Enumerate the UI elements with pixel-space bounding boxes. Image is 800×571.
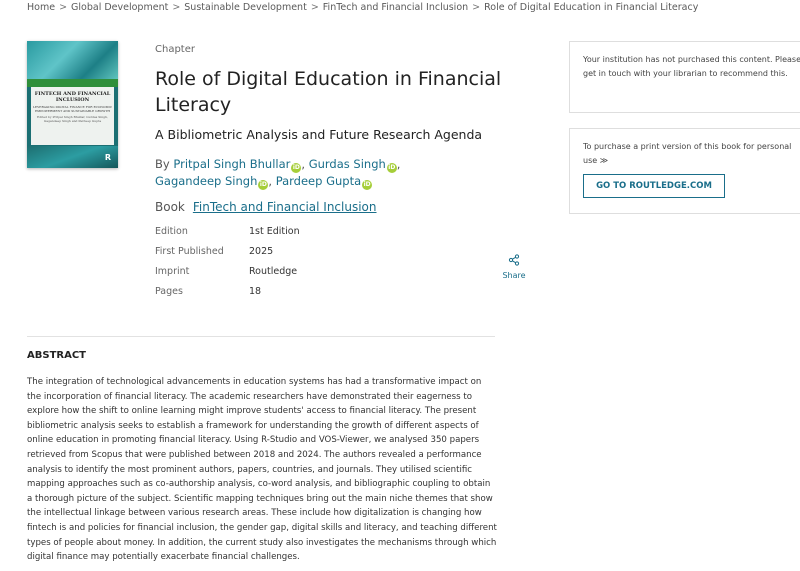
author-link[interactable]: Gurdas Singh (309, 157, 386, 171)
detail-key: Pages (155, 286, 183, 297)
abstract-text: The integration of technological advance… (27, 377, 497, 563)
breadcrumb-separator: > (59, 2, 68, 13)
access-notice-text: Your institution has not purchased this … (583, 55, 800, 78)
double-chevron-right-icon: ≫ (599, 156, 609, 165)
breadcrumb: Home > Global Development > Sustainable Deve… (27, 2, 698, 13)
detail-key: Imprint (155, 266, 190, 277)
author-link[interactable]: Pardeep Gupta (276, 174, 361, 188)
breadcrumb-separator: > (472, 2, 481, 13)
detail-value: 2025 (249, 246, 274, 257)
breadcrumb-global-development[interactable]: Global Development (71, 2, 168, 13)
go-to-routledge-button[interactable]: GO TO ROUTLEDGE.COM (583, 174, 725, 198)
orcid-icon[interactable]: iD (386, 163, 397, 173)
access-notice-box: Your institution has not purchased this … (569, 41, 800, 113)
purchase-text: To purchase a print version of this book… (583, 142, 792, 165)
cover-title: FINTECH AND FINANCIAL INCLUSION (34, 91, 111, 103)
breadcrumb-separator: > (172, 2, 181, 13)
breadcrumb-home[interactable]: Home (27, 2, 55, 13)
detail-value: 1st Edition (249, 226, 300, 237)
cover-editors: Edited by Pritpal Singh Bhullar, Gurdas … (37, 115, 108, 123)
detail-value: Routledge (249, 266, 298, 277)
cover-title-panel: FINTECH AND FINANCIAL INCLUSION LEVERAGIN… (31, 87, 114, 145)
section-divider (27, 336, 495, 337)
content-type-label: Chapter (155, 44, 195, 55)
share-label: Share (502, 271, 526, 280)
detail-row-pages: Pages 18 (155, 286, 300, 306)
orcid-icon[interactable]: iD (362, 180, 373, 190)
detail-key: First Published (155, 246, 224, 257)
publisher-logo-icon: R (104, 153, 111, 162)
breadcrumb-current: Role of Digital Education in Financial L… (484, 2, 699, 13)
detail-key: Edition (155, 226, 188, 237)
abstract-heading: ABSTRACT (27, 350, 86, 361)
cover-subtitle: LEVERAGING DIGITAL FINANCE FOR ECONOMIC … (32, 105, 113, 113)
purchase-box: To purchase a print version of this book… (569, 128, 800, 214)
detail-row-published: First Published 2025 (155, 246, 300, 266)
share-icon (502, 254, 526, 266)
author-list: By Pritpal Singh Bhullar iD, Gurdas Singh… (155, 157, 401, 190)
cover-art-top (27, 41, 118, 81)
authors-prefix: By (155, 157, 170, 171)
book-title-link[interactable]: FinTech and Financial Inclusion (193, 200, 377, 214)
author-link[interactable]: Pritpal Singh Bhullar (173, 157, 290, 171)
detail-row-imprint: Imprint Routledge (155, 266, 300, 286)
author-link[interactable]: Gagandeep Singh (155, 174, 257, 188)
detail-row-edition: Edition 1st Edition (155, 226, 300, 246)
breadcrumb-separator: > (310, 2, 319, 13)
page-title: Role of Digital Education in Financial L… (155, 68, 502, 116)
breadcrumb-sustainable-development[interactable]: Sustainable Development (184, 2, 307, 13)
chapter-subtitle: A Bibliometric Analysis and Future Resea… (155, 127, 483, 142)
book-label: Book (155, 200, 185, 214)
orcid-icon[interactable]: iD (258, 180, 269, 190)
detail-value: 18 (249, 286, 262, 297)
book-cover[interactable]: FINTECH AND FINANCIAL INCLUSION LEVERAGIN… (27, 41, 118, 168)
breadcrumb-fintech-book[interactable]: FinTech and Financial Inclusion (323, 2, 468, 13)
share-button[interactable]: Share (502, 254, 526, 280)
cover-art-stripe (27, 79, 118, 87)
orcid-icon[interactable]: iD (291, 163, 302, 173)
parent-book: Book FinTech and Financial Inclusion (155, 200, 377, 214)
publication-details: Edition 1st Edition First Published 2025 I… (155, 226, 300, 306)
